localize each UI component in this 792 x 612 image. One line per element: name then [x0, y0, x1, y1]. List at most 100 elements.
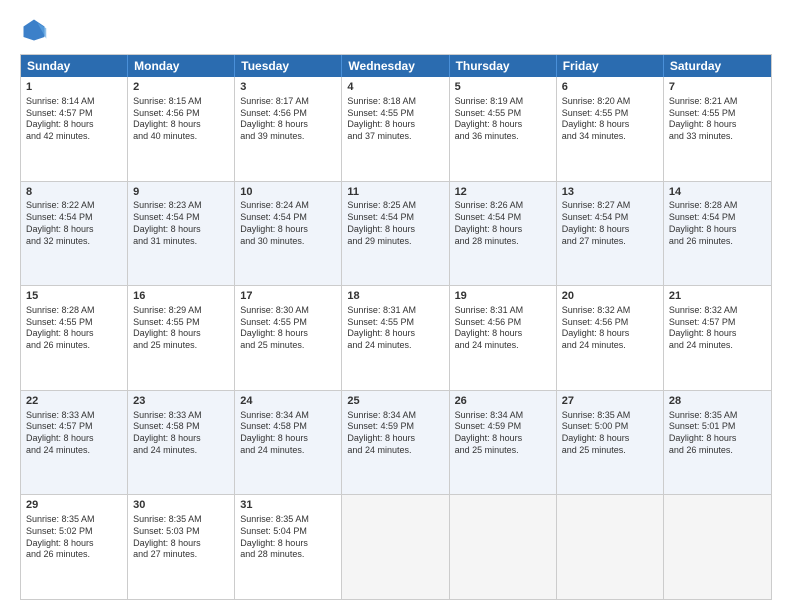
day-number: 1 — [26, 80, 122, 95]
day-number: 20 — [562, 289, 658, 304]
cell-line: Sunrise: 8:35 AM — [562, 410, 658, 422]
cell-line: Daylight: 8 hours — [26, 433, 122, 445]
cell-line: Sunset: 5:01 PM — [669, 421, 766, 433]
cell-line: Sunset: 4:55 PM — [133, 317, 229, 329]
day-cell-14: 14Sunrise: 8:28 AMSunset: 4:54 PMDayligh… — [664, 182, 771, 286]
cell-line: Daylight: 8 hours — [455, 433, 551, 445]
day-cell-11: 11Sunrise: 8:25 AMSunset: 4:54 PMDayligh… — [342, 182, 449, 286]
cell-line: Daylight: 8 hours — [347, 433, 443, 445]
cell-line: Sunset: 4:55 PM — [240, 317, 336, 329]
cell-line: Daylight: 8 hours — [347, 119, 443, 131]
cell-line: and 24 minutes. — [562, 340, 658, 352]
day-cell-24: 24Sunrise: 8:34 AMSunset: 4:58 PMDayligh… — [235, 391, 342, 495]
day-cell-21: 21Sunrise: 8:32 AMSunset: 4:57 PMDayligh… — [664, 286, 771, 390]
day-number: 6 — [562, 80, 658, 95]
cell-line: Daylight: 8 hours — [133, 433, 229, 445]
day-cell-30: 30Sunrise: 8:35 AMSunset: 5:03 PMDayligh… — [128, 495, 235, 599]
cell-line: Sunrise: 8:28 AM — [26, 305, 122, 317]
calendar-row-1: 1Sunrise: 8:14 AMSunset: 4:57 PM Daylight… — [21, 77, 771, 181]
cell-line: Daylight: 8 hours — [133, 119, 229, 131]
cell-line: and 24 minutes. — [455, 340, 551, 352]
cell-line: Sunrise: 8:28 AM — [669, 200, 766, 212]
cell-line: Daylight: 8 hours — [669, 433, 766, 445]
cell-line: Sunrise: 8:27 AM — [562, 200, 658, 212]
cell-line: and 25 minutes. — [133, 340, 229, 352]
calendar-row-5: 29Sunrise: 8:35 AMSunset: 5:02 PMDayligh… — [21, 494, 771, 599]
empty-cell — [342, 495, 449, 599]
cell-line: Sunrise: 8:34 AM — [455, 410, 551, 422]
day-number: 10 — [240, 185, 336, 200]
day-number: 11 — [347, 185, 443, 200]
cell-line: and 24 minutes. — [240, 445, 336, 457]
cell-line: Sunrise: 8:29 AM — [133, 305, 229, 317]
day-cell-4: 4Sunrise: 8:18 AMSunset: 4:55 PMDaylight… — [342, 77, 449, 181]
cell-line: Sunset: 4:57 PM — [26, 421, 122, 433]
cell-line: Sunset: 4:55 PM — [455, 108, 551, 120]
cell-line: Sunrise: 8:14 AM — [26, 96, 122, 108]
day-cell-12: 12Sunrise: 8:26 AMSunset: 4:54 PMDayligh… — [450, 182, 557, 286]
day-number: 27 — [562, 394, 658, 409]
day-cell-9: 9Sunrise: 8:23 AMSunset: 4:54 PMDaylight… — [128, 182, 235, 286]
day-cell-19: 19Sunrise: 8:31 AMSunset: 4:56 PMDayligh… — [450, 286, 557, 390]
day-cell-31: 31Sunrise: 8:35 AMSunset: 5:04 PMDayligh… — [235, 495, 342, 599]
cell-line: Sunset: 4:55 PM — [347, 108, 443, 120]
header-thursday: Thursday — [450, 55, 557, 77]
cell-line: Sunset: 4:59 PM — [455, 421, 551, 433]
cell-line: Daylight: 8 hours — [455, 119, 551, 131]
cell-line: Daylight: 8 hours — [562, 433, 658, 445]
cell-line: Daylight: 8 hours — [347, 328, 443, 340]
day-number: 17 — [240, 289, 336, 304]
empty-cell — [557, 495, 664, 599]
day-number: 18 — [347, 289, 443, 304]
cell-line: and 33 minutes. — [669, 131, 766, 143]
day-cell-15: 15Sunrise: 8:28 AMSunset: 4:55 PMDayligh… — [21, 286, 128, 390]
cell-line: Sunrise: 8:20 AM — [562, 96, 658, 108]
cell-line: and 26 minutes. — [669, 236, 766, 248]
cell-line: and 40 minutes. — [133, 131, 229, 143]
day-number: 23 — [133, 394, 229, 409]
day-cell-25: 25Sunrise: 8:34 AMSunset: 4:59 PMDayligh… — [342, 391, 449, 495]
day-cell-29: 29Sunrise: 8:35 AMSunset: 5:02 PMDayligh… — [21, 495, 128, 599]
cell-line: Daylight: 8 hours — [240, 538, 336, 550]
cell-line: Sunset: 4:54 PM — [562, 212, 658, 224]
cell-line: and 29 minutes. — [347, 236, 443, 248]
cell-line: and 42 minutes. — [26, 131, 122, 143]
cell-line: and 36 minutes. — [455, 131, 551, 143]
day-cell-8: 8Sunrise: 8:22 AMSunset: 4:54 PMDaylight… — [21, 182, 128, 286]
day-cell-1: 1Sunrise: 8:14 AMSunset: 4:57 PMDaylight… — [21, 77, 128, 181]
day-cell-7: 7Sunrise: 8:21 AMSunset: 4:55 PMDaylight… — [664, 77, 771, 181]
cell-line: Sunset: 4:54 PM — [133, 212, 229, 224]
cell-line: Daylight: 8 hours — [240, 433, 336, 445]
cell-line: Daylight: 8 hours — [240, 119, 336, 131]
header-sunday: Sunday — [21, 55, 128, 77]
cell-line: Sunrise: 8:15 AM — [133, 96, 229, 108]
cell-line: Sunrise: 8:17 AM — [240, 96, 336, 108]
day-number: 22 — [26, 394, 122, 409]
logo — [20, 16, 52, 44]
cell-line: Sunrise: 8:34 AM — [347, 410, 443, 422]
page-header — [20, 16, 772, 44]
cell-line: and 26 minutes. — [669, 445, 766, 457]
cell-line: Sunrise: 8:26 AM — [455, 200, 551, 212]
cell-line: Daylight: 8 hours — [26, 538, 122, 550]
cell-line: Sunrise: 8:23 AM — [133, 200, 229, 212]
cell-line: and 28 minutes. — [240, 549, 336, 561]
day-cell-5: 5Sunrise: 8:19 AMSunset: 4:55 PMDaylight… — [450, 77, 557, 181]
day-cell-6: 6Sunrise: 8:20 AMSunset: 4:55 PMDaylight… — [557, 77, 664, 181]
cell-line: and 32 minutes. — [26, 236, 122, 248]
cell-line: Sunrise: 8:21 AM — [669, 96, 766, 108]
cell-line: and 25 minutes. — [455, 445, 551, 457]
day-number: 14 — [669, 185, 766, 200]
cell-line: Sunrise: 8:33 AM — [26, 410, 122, 422]
cell-line: Sunrise: 8:34 AM — [240, 410, 336, 422]
day-cell-27: 27Sunrise: 8:35 AMSunset: 5:00 PMDayligh… — [557, 391, 664, 495]
cell-line: Sunset: 4:54 PM — [669, 212, 766, 224]
cell-line: Sunset: 4:57 PM — [26, 108, 122, 120]
cell-line: Sunset: 4:56 PM — [562, 317, 658, 329]
day-number: 4 — [347, 80, 443, 95]
cell-line: and 28 minutes. — [455, 236, 551, 248]
cell-line: and 34 minutes. — [562, 131, 658, 143]
day-cell-23: 23Sunrise: 8:33 AMSunset: 4:58 PMDayligh… — [128, 391, 235, 495]
cell-line: and 26 minutes. — [26, 549, 122, 561]
day-cell-10: 10Sunrise: 8:24 AMSunset: 4:54 PMDayligh… — [235, 182, 342, 286]
